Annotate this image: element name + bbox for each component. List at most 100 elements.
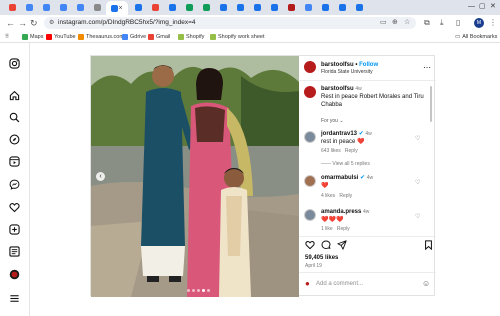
minimize-icon[interactable]: — [468,3,475,11]
threads-icon[interactable] [8,245,21,258]
bookmark-star-icon[interactable]: ☆ [404,19,410,27]
browser-tab[interactable] [334,2,350,13]
post-caption: Rest in peace Robert Morales and Tiru Ch… [321,94,424,108]
tab-favicon-icon [185,4,193,11]
for-you-dropdown[interactable]: For you ⌄ [321,118,344,124]
explore-icon[interactable] [8,133,21,146]
bookmark-shopify[interactable]: Shopify [178,33,204,41]
create-icon[interactable] [8,223,21,236]
commenter-avatar[interactable] [304,131,316,143]
reply-button[interactable]: Reply [337,226,350,232]
back-icon[interactable]: ← [6,18,15,28]
side-panel-icon[interactable]: ▯ [456,18,460,27]
browser-tab[interactable] [266,2,282,13]
profile-avatar-icon[interactable] [8,268,21,281]
comment-likes[interactable]: 643 likes [321,148,341,154]
bookmark-shopify-work-sheet[interactable]: Shopify work sheet [210,33,264,41]
like-comment-icon[interactable]: ♡ [415,136,420,143]
downloads-icon[interactable]: ⤓ [440,18,444,27]
verified-badge-icon: ✔ [360,175,366,181]
browser-tab[interactable] [351,2,367,13]
browser-tab[interactable] [164,2,180,13]
search-icon[interactable] [8,111,21,124]
notifications-heart-icon[interactable] [8,201,21,214]
browser-tab[interactable] [4,2,20,13]
browser-tab[interactable] [147,2,163,13]
home-icon[interactable] [8,89,21,102]
comment-username[interactable]: omarmabulsi ✔ 4w [321,174,373,182]
comments-scrollbar[interactable] [429,86,433,236]
follow-button[interactable]: Follow [359,62,378,68]
browser-tab[interactable] [215,2,231,13]
post-author-username[interactable]: barstoolfsu • Follow [321,61,378,69]
bookmark-maps[interactable]: Maps [22,33,43,41]
reels-icon[interactable] [8,155,21,168]
browser-tab-active[interactable]: × [106,1,128,15]
bookmark-youtube[interactable]: YouTube [46,33,76,41]
browser-tab[interactable] [283,2,299,13]
profile-avatar[interactable]: M [474,18,484,28]
like-heart-icon[interactable] [305,240,315,253]
browser-tab[interactable] [130,2,146,13]
forward-icon[interactable]: → [18,18,27,28]
browser-tab[interactable] [232,2,248,13]
author-avatar[interactable] [304,61,316,73]
reply-button[interactable]: Reply [345,148,358,154]
reply-button[interactable]: Reply [339,193,352,199]
post-photo[interactable]: ‹ [91,56,299,297]
comment-username[interactable]: amanda.press 4w [321,208,369,216]
comment-icon[interactable] [321,240,331,253]
instagram-logo-icon[interactable] [8,57,21,70]
apps-grid-icon[interactable]: ⠿ [5,33,9,41]
url-text[interactable]: instagram.com/p/DIndgRBC5hx5/?img_index=… [58,19,195,27]
close-window-icon[interactable]: ✕ [490,3,496,11]
post-side-panel: barstoolfsu • Follow Florida State Unive… [299,56,436,297]
comment-username[interactable]: jordantrav13 ✔ 4w [321,130,372,138]
caption-author-avatar[interactable] [304,86,316,98]
scrollbar-thumb[interactable] [430,86,432,122]
browser-tab[interactable] [55,2,71,13]
emoji-icon[interactable]: ☺ [422,280,430,288]
chrome-menu-icon[interactable]: ⋮ [489,18,497,27]
commenter-avatar[interactable] [304,175,316,187]
messages-icon[interactable] [8,178,21,191]
browser-tab[interactable] [198,2,214,13]
likes-count[interactable]: 59,405 likes [305,254,338,262]
comment-likes[interactable]: 1 like [321,226,333,232]
bookmark-thesaurus[interactable]: Thesaurus.com [78,33,124,41]
zoom-icon[interactable]: ⊕ [392,19,398,27]
reload-icon[interactable]: ↻ [30,18,38,28]
browser-tab[interactable] [300,2,316,13]
post-location[interactable]: Florida State University [321,69,373,75]
address-bar[interactable]: ⚙ instagram.com/p/DIndgRBC5hx5/?img_inde… [44,17,416,29]
post-options-icon[interactable]: ⋯ [423,64,431,72]
bookmark-gmail[interactable]: Gmail [148,33,170,41]
extensions-icon[interactable]: ⧉ [424,18,430,27]
site-info-icon[interactable]: ⚙ [49,19,54,26]
caption-author[interactable]: barstoolfsu 4w [321,85,362,93]
browser-tab[interactable] [89,2,105,13]
close-tab-icon[interactable]: × [118,5,122,12]
browser-tab[interactable] [72,2,88,13]
browser-tab[interactable] [317,2,333,13]
share-icon[interactable] [337,240,347,253]
all-bookmarks[interactable]: ▭ All Bookmarks [455,33,497,41]
cast-icon[interactable]: ▭ [380,19,387,27]
carousel-prev-icon[interactable]: ‹ [96,172,105,181]
more-menu-icon[interactable] [8,292,21,305]
verified-badge-icon: ✔ [358,131,364,137]
like-comment-icon[interactable]: ♡ [415,214,420,221]
browser-tab[interactable] [181,2,197,13]
comment-likes[interactable]: 4 likes [321,193,335,199]
save-bookmark-icon[interactable] [424,240,433,253]
tab-favicon-icon [134,4,142,11]
commenter-avatar[interactable] [304,209,316,221]
bookmark-gdrive[interactable]: Gdrive [122,33,146,41]
maximize-icon[interactable]: ▢ [479,3,486,11]
add-comment-input[interactable]: Add a comment... [316,280,363,288]
like-comment-icon[interactable]: ♡ [415,180,420,187]
browser-tab[interactable] [21,2,37,13]
browser-tab[interactable] [249,2,265,13]
view-replies-button[interactable]: —— View all 5 replies [321,161,370,167]
browser-tab[interactable] [38,2,54,13]
